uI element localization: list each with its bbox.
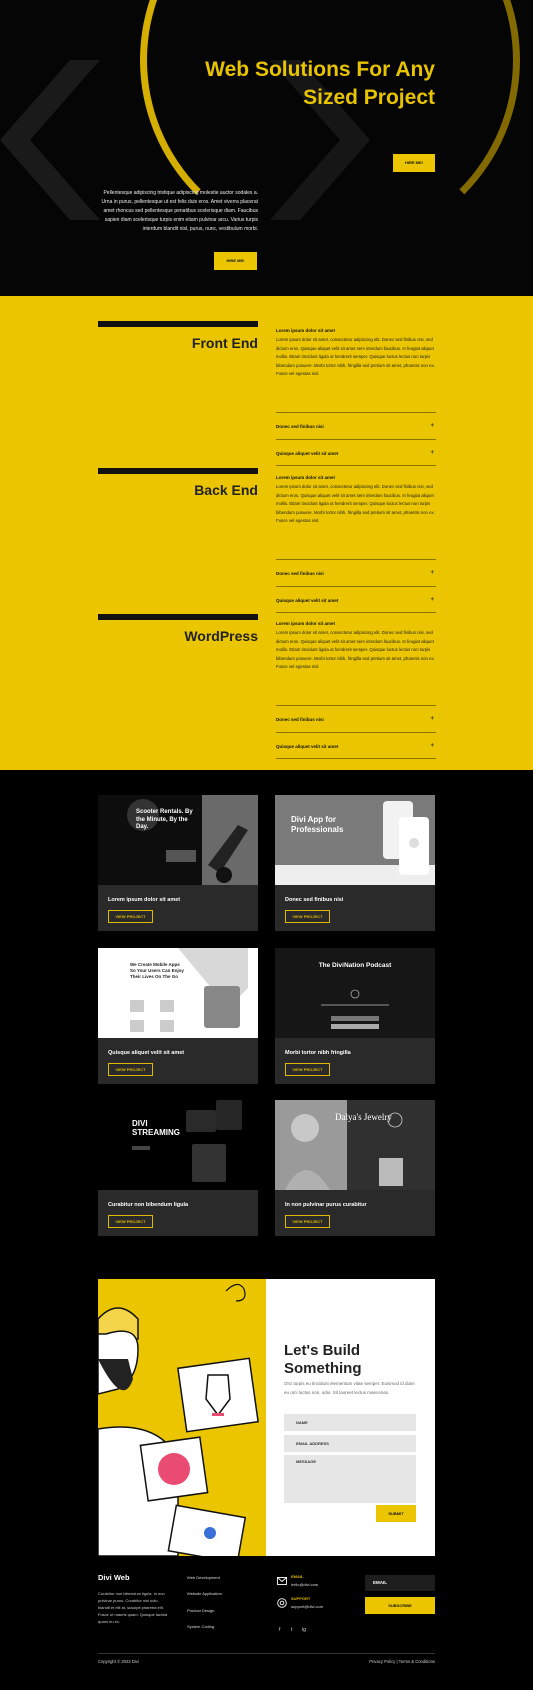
accordion-label: Quisque aliquet velit sit amet: [276, 744, 339, 749]
hero-description: Pellentesque adipiscing tristique adipis…: [101, 190, 258, 232]
contact-description: Orci turpis eu tincidunt elementum vitae…: [284, 1381, 415, 1395]
services-section: Front End Lorem ipsum dolor sit amet Lor…: [0, 296, 533, 770]
instagram-icon[interactable]: ig: [302, 1627, 306, 1633]
message-field[interactable]: MESSAGE: [284, 1455, 416, 1503]
project-thumbnail: We Create Mobile Apps So Your Users Can …: [98, 948, 258, 1038]
accordion-toggle[interactable]: Quisque aliquet velit sit amet +: [276, 732, 436, 759]
project-card[interactable]: The DiviNation Podcast Morbi tortor nibh…: [275, 948, 435, 1084]
name-field[interactable]: NAME: [284, 1414, 416, 1431]
project-card[interactable]: Divi App for Professionals Donec sed fin…: [275, 795, 435, 931]
plus-icon: +: [430, 570, 434, 576]
project-thumbnail: Scooter Rentals. By the Minute, By the D…: [98, 795, 258, 885]
accordion-label: Quisque aliquet velit sit amet: [276, 598, 339, 603]
project-thumbnail: The DiviNation Podcast: [275, 948, 435, 1038]
service-heading: Lorem ipsum dolor sit amet: [276, 328, 336, 333]
streaming-thumbnail-graphic: [132, 1100, 242, 1182]
contact-illustration: [98, 1279, 266, 1556]
subscribe-button[interactable]: SUBSCRIBE: [365, 1597, 435, 1614]
thumbnail-heading: Divi App for Professionals: [291, 815, 344, 834]
view-project-button[interactable]: VIEW PROJECT: [108, 1215, 153, 1228]
service-divider-bar: [98, 614, 258, 620]
footer-divider: [98, 1653, 435, 1654]
accordion-label: Quisque aliquet velit sit amet: [276, 451, 339, 456]
plus-icon: +: [430, 743, 434, 749]
thumbnail-heading: Dalya's Jewelry: [335, 1112, 392, 1122]
submit-button[interactable]: SUBMIT: [376, 1505, 416, 1522]
accordion-toggle[interactable]: Donec sed finibus nisi +: [276, 705, 436, 732]
footer-link[interactable]: Web Development: [187, 1575, 220, 1580]
hire-me-button-top[interactable]: HIRE ME!: [393, 154, 435, 172]
service-title: WordPress: [184, 628, 258, 644]
service-divider-bar: [98, 321, 258, 327]
contact-title: Let's Build Something: [284, 1342, 362, 1377]
support-value[interactable]: support@divi.com: [291, 1604, 323, 1609]
accordion-label: Donec sed finibus nisi: [276, 424, 324, 429]
footer-about: Curabitur non bibendum ligula. In non pu…: [98, 1591, 168, 1624]
service-body: Lorem ipsum dolor sit amet, consectetur …: [276, 630, 435, 670]
thumbnail-heading: DIVI STREAMING: [132, 1119, 180, 1137]
accordion-toggle[interactable]: Quisque aliquet velit sit amet +: [276, 439, 436, 466]
footer-link[interactable]: Website Application: [187, 1591, 222, 1596]
plus-icon: +: [430, 597, 434, 603]
copyright-text: Copyright © 2022 Divi: [98, 1659, 139, 1664]
thumbnail-heading: We Create Mobile Apps So Your Users Can …: [130, 962, 184, 979]
view-project-button[interactable]: VIEW PROJECT: [108, 1063, 153, 1076]
hero-section: Web Solutions For Any Sized Project HIRE…: [0, 0, 533, 296]
email-label: EMAIL: [291, 1574, 304, 1579]
page: Web Solutions For Any Sized Project HIRE…: [0, 0, 533, 1690]
accordion-label: Donec sed finibus nisi: [276, 571, 324, 576]
hero-title: Web Solutions For Any Sized Project: [205, 58, 435, 109]
hire-me-button-bottom[interactable]: HIRE ME!: [214, 252, 257, 270]
project-title: Morbi tortor nibh fringilla: [285, 1050, 351, 1056]
accordion-toggle[interactable]: Quisque aliquet velit sit amet +: [276, 586, 436, 613]
project-card[interactable]: Scooter Rentals. By the Minute, By the D…: [98, 795, 258, 931]
service-heading: Lorem ipsum dolor sit amet: [276, 475, 336, 480]
thumbnail-heading: The DiviNation Podcast: [318, 962, 392, 969]
twitter-icon[interactable]: t: [291, 1627, 292, 1633]
plus-icon: +: [430, 450, 434, 456]
project-card[interactable]: DIVI STREAMING Curabitur non bibendum li…: [98, 1100, 258, 1236]
app-thumbnail-graphic: [275, 801, 435, 885]
contact-form-panel: Let's Build Something Orci turpis eu tin…: [266, 1279, 435, 1556]
project-title: Lorem ipsum dolor sit amet: [108, 897, 181, 903]
project-thumbnail: Dalya's Jewelry: [275, 1100, 435, 1190]
newsletter-email-input[interactable]: EMAIL: [365, 1575, 435, 1591]
service-heading: Lorem ipsum dolor sit amet: [276, 621, 336, 626]
view-project-button[interactable]: VIEW PROJECT: [108, 910, 153, 923]
project-title: Donec sed finibus nisi: [285, 897, 344, 903]
envelope-icon: [277, 1577, 287, 1585]
service-title: Front End: [191, 335, 258, 351]
support-label: SUPPORT: [291, 1596, 311, 1601]
project-thumbnail: Divi App for Professionals: [275, 795, 435, 885]
project-card[interactable]: We Create Mobile Apps So Your Users Can …: [98, 948, 258, 1084]
email-field[interactable]: EMAIL ADDRESS: [284, 1435, 416, 1452]
plus-icon: +: [430, 716, 434, 722]
email-value[interactable]: hello@divi.com: [291, 1582, 318, 1587]
service-divider-bar: [98, 468, 258, 474]
view-project-button[interactable]: VIEW PROJECT: [285, 1063, 330, 1076]
project-card[interactable]: Dalya's Jewelry In non pulvinar purus cu…: [275, 1100, 435, 1236]
project-title: In non pulvinar purus curabitur: [285, 1202, 367, 1208]
thumbnail-heading: Scooter Rentals. By the Minute, By the D…: [136, 809, 193, 830]
view-project-button[interactable]: VIEW PROJECT: [285, 1215, 330, 1228]
plus-icon: +: [430, 423, 434, 429]
footer-brand: Divi Web: [98, 1573, 130, 1582]
accordion-label: Donec sed finibus nisi: [276, 717, 324, 722]
lifebuoy-icon: [277, 1598, 287, 1608]
contact-section: Let's Build Something Orci turpis eu tin…: [98, 1279, 435, 1556]
project-title: Curabitur non bibendum ligula: [108, 1202, 189, 1208]
project-thumbnail: DIVI STREAMING: [98, 1100, 258, 1190]
legal-links[interactable]: Privacy Policy | Terms & Conditions: [369, 1659, 435, 1664]
service-title: Back End: [194, 482, 258, 498]
accordion-toggle[interactable]: Donec sed finibus nisi +: [276, 559, 436, 586]
facebook-icon[interactable]: f: [279, 1627, 280, 1633]
view-project-button[interactable]: VIEW PROJECT: [285, 910, 330, 923]
project-title: Quisque aliquet velit sit amet: [108, 1050, 185, 1056]
service-body: Lorem ipsum dolor sit amet, consectetur …: [276, 337, 435, 377]
accordion-toggle[interactable]: Donec sed finibus nisi +: [276, 412, 436, 439]
service-body: Lorem ipsum dolor sit amet, consectetur …: [276, 484, 435, 524]
designer-illustration: [98, 1283, 259, 1556]
footer-link[interactable]: Product Design: [187, 1608, 214, 1613]
footer-link[interactable]: System Coding: [187, 1624, 214, 1629]
